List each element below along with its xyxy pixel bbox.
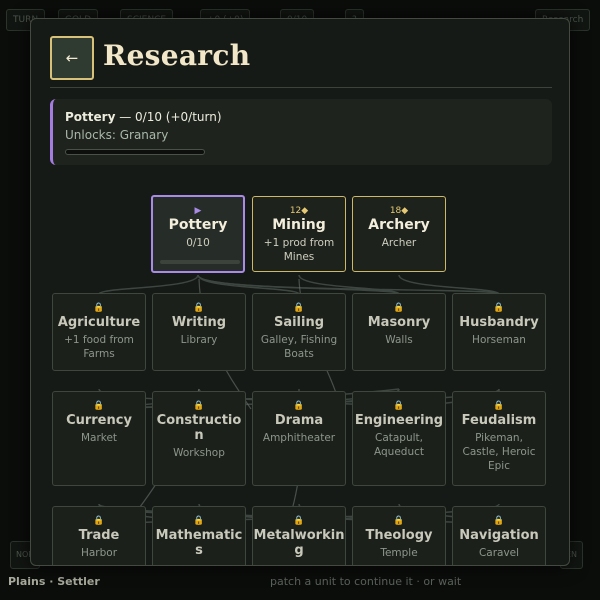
lock-icon: 🔒 bbox=[393, 303, 405, 313]
tech-name: Feudalism bbox=[461, 413, 537, 428]
tech-name: Drama bbox=[274, 413, 324, 428]
current-research-status: Pottery — 0/10 (+0/turn) bbox=[65, 110, 222, 124]
tech-node-writing[interactable]: 🔒 Writing Library bbox=[152, 293, 246, 371]
tech-unlocks: Galley, Fishing Boats bbox=[260, 334, 338, 360]
tech-node-engineering[interactable]: 🔒 Engineering Catapult, Aqueduct bbox=[352, 391, 446, 486]
tech-name: Mining bbox=[272, 217, 326, 233]
lock-icon: 🔒 bbox=[93, 303, 105, 313]
tech-node-archery[interactable]: 18◆ Archery Archer bbox=[352, 196, 446, 272]
tech-node-husbandry[interactable]: 🔒 Husbandry Horseman bbox=[452, 293, 546, 371]
tech-name: Mathematics bbox=[155, 528, 243, 558]
lock-icon: 🔒 bbox=[93, 516, 105, 526]
bg-unit-info: Plains · Settler bbox=[8, 575, 100, 588]
tech-unlocks: +1 prod from Mines bbox=[263, 237, 335, 263]
tech-node-drama[interactable]: 🔒 Drama Amphitheater bbox=[252, 391, 346, 486]
tech-name: Husbandry bbox=[459, 315, 539, 330]
tech-node-sailing[interactable]: 🔒 Sailing Galley, Fishing Boats bbox=[252, 293, 346, 371]
tech-name: Construction bbox=[156, 413, 242, 443]
lock-icon: 🔒 bbox=[493, 401, 505, 411]
tech-node-pottery[interactable]: ▶ Pottery 0/10 bbox=[151, 195, 245, 273]
current-research-name: Pottery bbox=[65, 110, 116, 124]
tech-node-mathematics[interactable]: 🔒 Mathematics bbox=[152, 506, 246, 565]
tech-unlocks: Market bbox=[80, 432, 118, 444]
tech-node-trade[interactable]: 🔒 Trade Harbor bbox=[52, 506, 146, 565]
tech-name: Archery bbox=[368, 217, 430, 233]
lock-icon: 🔒 bbox=[393, 401, 405, 411]
tech-name: Masonry bbox=[367, 315, 431, 330]
tech-unlocks: Workshop bbox=[173, 447, 225, 459]
tech-node-theology[interactable]: 🔒 Theology Temple bbox=[352, 506, 446, 565]
lock-icon: 🔒 bbox=[193, 516, 205, 526]
tech-unlocks: Temple bbox=[380, 547, 418, 559]
play-icon: ▶ bbox=[194, 206, 202, 216]
tech-node-construction[interactable]: 🔒 Construction Workshop bbox=[152, 391, 246, 486]
back-arrow-icon: ← bbox=[65, 49, 79, 67]
science-cost-icon: 18◆ bbox=[389, 206, 409, 216]
tech-progress: 0/10 bbox=[186, 237, 210, 249]
lock-icon: 🔒 bbox=[93, 401, 105, 411]
lock-icon: 🔒 bbox=[293, 303, 305, 313]
tech-name: Theology bbox=[365, 528, 433, 543]
tech-name: Engineering bbox=[354, 413, 444, 428]
tech-unlocks: Library bbox=[180, 334, 218, 346]
tech-unlocks: Harbor bbox=[80, 547, 118, 559]
tech-node-navigation[interactable]: 🔒 Navigation Caravel bbox=[452, 506, 546, 565]
tech-node-agriculture[interactable]: 🔒 Agriculture +1 food from Farms bbox=[52, 293, 146, 371]
lock-icon: 🔒 bbox=[393, 516, 405, 526]
tech-unlocks: +1 food from Farms bbox=[64, 334, 134, 360]
tech-unlocks: Caravel bbox=[478, 547, 520, 559]
page-title: Research bbox=[103, 39, 251, 72]
tech-name: Currency bbox=[66, 413, 132, 428]
tech-node-masonry[interactable]: 🔒 Masonry Walls bbox=[352, 293, 446, 371]
tech-tree[interactable]: ▶ Pottery 0/10 12◆ Mining +1 prod from M… bbox=[31, 179, 569, 565]
tech-unlocks: Catapult, Aqueduct bbox=[374, 432, 424, 458]
lock-icon: 🔒 bbox=[193, 401, 205, 411]
lock-icon: 🔒 bbox=[493, 303, 505, 313]
tech-name: Sailing bbox=[273, 315, 325, 330]
tech-unlocks: Horseman bbox=[472, 334, 526, 346]
current-research-progress-bar bbox=[65, 149, 205, 155]
current-research-unlocks: Unlocks: Granary bbox=[65, 128, 169, 142]
tech-node-mining[interactable]: 12◆ Mining +1 prod from Mines bbox=[252, 196, 346, 272]
tech-unlocks: Walls bbox=[385, 334, 413, 346]
tech-unlocks: Pikeman, Castle, Heroic Epic bbox=[462, 432, 536, 472]
research-modal: ← Research Pottery — 0/10 (+0/turn) Unlo… bbox=[30, 18, 570, 566]
title-divider bbox=[50, 87, 552, 88]
tech-name: Writing bbox=[171, 315, 227, 330]
science-cost-icon: 12◆ bbox=[289, 206, 309, 216]
lock-icon: 🔒 bbox=[193, 303, 205, 313]
tech-name: Trade bbox=[78, 528, 120, 543]
tech-node-feudalism[interactable]: 🔒 Feudalism Pikeman, Castle, Heroic Epic bbox=[452, 391, 546, 486]
tech-unlocks: Amphitheater bbox=[262, 432, 336, 444]
lock-icon: 🔒 bbox=[493, 516, 505, 526]
lock-icon: 🔒 bbox=[293, 401, 305, 411]
tech-name: Metalworking bbox=[253, 528, 345, 558]
tech-name: Agriculture bbox=[57, 315, 141, 330]
tech-progress-bar bbox=[160, 260, 240, 264]
current-research-progress: — 0/10 (+0/turn) bbox=[115, 110, 222, 124]
bg-hint-text: patch a unit to continue it · or wait bbox=[270, 575, 462, 588]
tech-name: Pottery bbox=[168, 217, 228, 233]
tech-node-currency[interactable]: 🔒 Currency Market bbox=[52, 391, 146, 486]
tech-name: Navigation bbox=[459, 528, 539, 543]
tech-unlocks: Archer bbox=[381, 237, 417, 249]
back-button[interactable]: ← bbox=[50, 36, 94, 80]
tech-node-metalworking[interactable]: 🔒 Metalworking bbox=[252, 506, 346, 565]
lock-icon: 🔒 bbox=[293, 516, 305, 526]
current-research-panel: Pottery — 0/10 (+0/turn) Unlocks: Granar… bbox=[50, 99, 552, 165]
